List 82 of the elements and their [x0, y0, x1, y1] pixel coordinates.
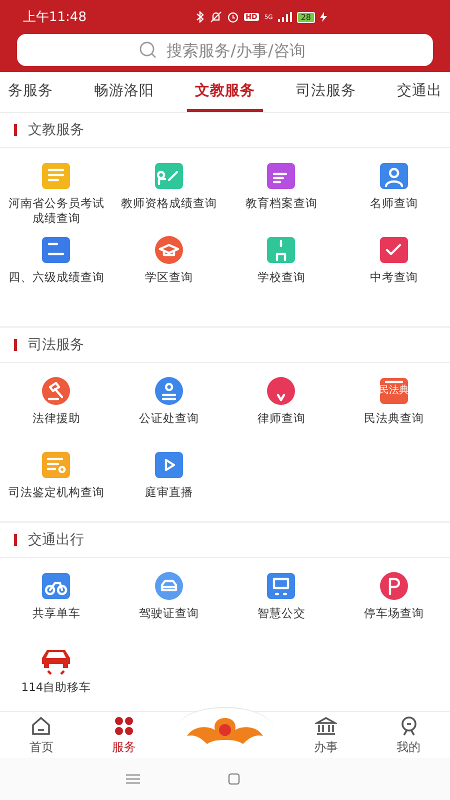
- service-item[interactable]: 共享单车: [0, 570, 112, 638]
- document-check-icon: [378, 234, 410, 266]
- category-tab[interactable]: 司法服务: [288, 72, 364, 112]
- service-item[interactable]: 智慧公交: [225, 570, 338, 638]
- service-label: 四、六级成绩查询: [8, 270, 104, 285]
- person-icon: [378, 160, 410, 192]
- battery-level: 28: [296, 12, 315, 22]
- service-label: 学校查询: [256, 270, 306, 285]
- section-marker: [14, 339, 17, 351]
- parking-icon: [378, 570, 410, 602]
- service-label: 名师查询: [368, 196, 419, 211]
- section-title: 文教服务: [28, 121, 84, 139]
- service-item[interactable]: 教师资格成绩查询: [112, 160, 225, 228]
- scroll-icon: [40, 160, 72, 192]
- graduation-cap-icon: [152, 234, 185, 266]
- nav-tab[interactable]: 首页: [11, 714, 72, 756]
- status-time: 上午11:48: [23, 9, 86, 26]
- service-label: 司法鉴定机构查询: [8, 485, 104, 500]
- section-marker: [14, 534, 17, 546]
- service-item[interactable]: 民法典 民法典查询: [338, 375, 450, 443]
- service-item[interactable]: 驾驶证查询: [112, 570, 225, 638]
- service-item[interactable]: 司法鉴定机构查询: [0, 449, 112, 517]
- service-item[interactable]: 法律援助: [0, 375, 112, 443]
- gavel-icon: [40, 375, 72, 407]
- book-icon: [378, 375, 410, 407]
- service-item[interactable]: 114自助移车: [0, 644, 112, 711]
- service-item[interactable]: 河南省公务员考试成绩查询: [0, 160, 112, 228]
- service-label: 公证处查询: [138, 411, 200, 426]
- stamp-icon: [152, 375, 185, 407]
- service-item[interactable]: 中考查询: [338, 234, 450, 302]
- certificate-icon: [40, 449, 72, 481]
- nav-tab[interactable]: 办事: [296, 714, 356, 756]
- service-label: 庭审直播: [144, 485, 194, 500]
- service-label: 停车场查询: [362, 606, 425, 621]
- service-item[interactable]: 学区查询: [112, 234, 225, 302]
- category-tab[interactable]: 交通出: [389, 72, 450, 112]
- service-label: 中考查询: [368, 270, 419, 285]
- category-tab[interactable]: 畅游洛阳: [86, 72, 162, 112]
- search-icon: [139, 41, 157, 59]
- video-camera-icon: [152, 449, 185, 481]
- service-label: 智慧公交: [256, 606, 306, 621]
- service-label: 法律援助: [31, 411, 82, 426]
- service-label: 民法典查询: [362, 411, 425, 426]
- service-item[interactable]: 公证处查询: [112, 375, 225, 443]
- service-label: 114自助移车: [20, 680, 92, 695]
- category-tab[interactable]: 务服务: [0, 72, 61, 112]
- service-item[interactable]: 律师查询: [225, 375, 338, 443]
- service-item[interactable]: 庭审直播: [112, 449, 225, 517]
- service-item[interactable]: 教育档案查询: [225, 160, 338, 228]
- category-tab[interactable]: 文教服务: [187, 72, 263, 112]
- home-icon: [30, 714, 52, 736]
- service-label: 河南省公务员考试成绩查询: [8, 196, 104, 226]
- bank-icon: [314, 714, 337, 736]
- section-title: 交通出行: [28, 531, 84, 549]
- service-label: 教师资格成绩查询: [120, 196, 217, 211]
- service-item[interactable]: 名师查询: [338, 160, 450, 228]
- folder-icon: [265, 160, 298, 192]
- service-item[interactable]: 四、六级成绩查询: [0, 234, 112, 302]
- grid-icon: [113, 714, 136, 736]
- bell-muted-icon: [210, 11, 222, 23]
- menu-icon[interactable]: [126, 774, 140, 784]
- home-square-icon[interactable]: [228, 773, 240, 785]
- alarm-icon: [226, 11, 239, 23]
- charging-icon: [320, 12, 327, 22]
- bicycle-icon: [40, 570, 72, 602]
- nav-tab[interactable]: 我的: [378, 714, 439, 756]
- bluetooth-icon: [196, 11, 205, 23]
- service-label: 驾驶证查询: [138, 606, 200, 621]
- signal-icon: [278, 12, 292, 22]
- book-title: 民法典: [378, 384, 409, 397]
- service-label: 共享单车: [31, 606, 82, 621]
- section-title: 司法服务: [28, 336, 84, 354]
- service-item[interactable]: 停车场查询: [338, 570, 450, 638]
- car-icon: [152, 570, 185, 602]
- bus-icon: [265, 570, 298, 602]
- service-label: 学区查询: [144, 270, 194, 285]
- service-item[interactable]: 学校查询: [225, 234, 338, 302]
- search-field[interactable]: 搜索服务/办事/咨询: [17, 34, 433, 66]
- service-label: 律师查询: [256, 411, 306, 426]
- section-marker: [14, 124, 17, 136]
- service-label: 教育档案查询: [244, 196, 318, 211]
- nav-tab[interactable]: 服务: [94, 714, 154, 756]
